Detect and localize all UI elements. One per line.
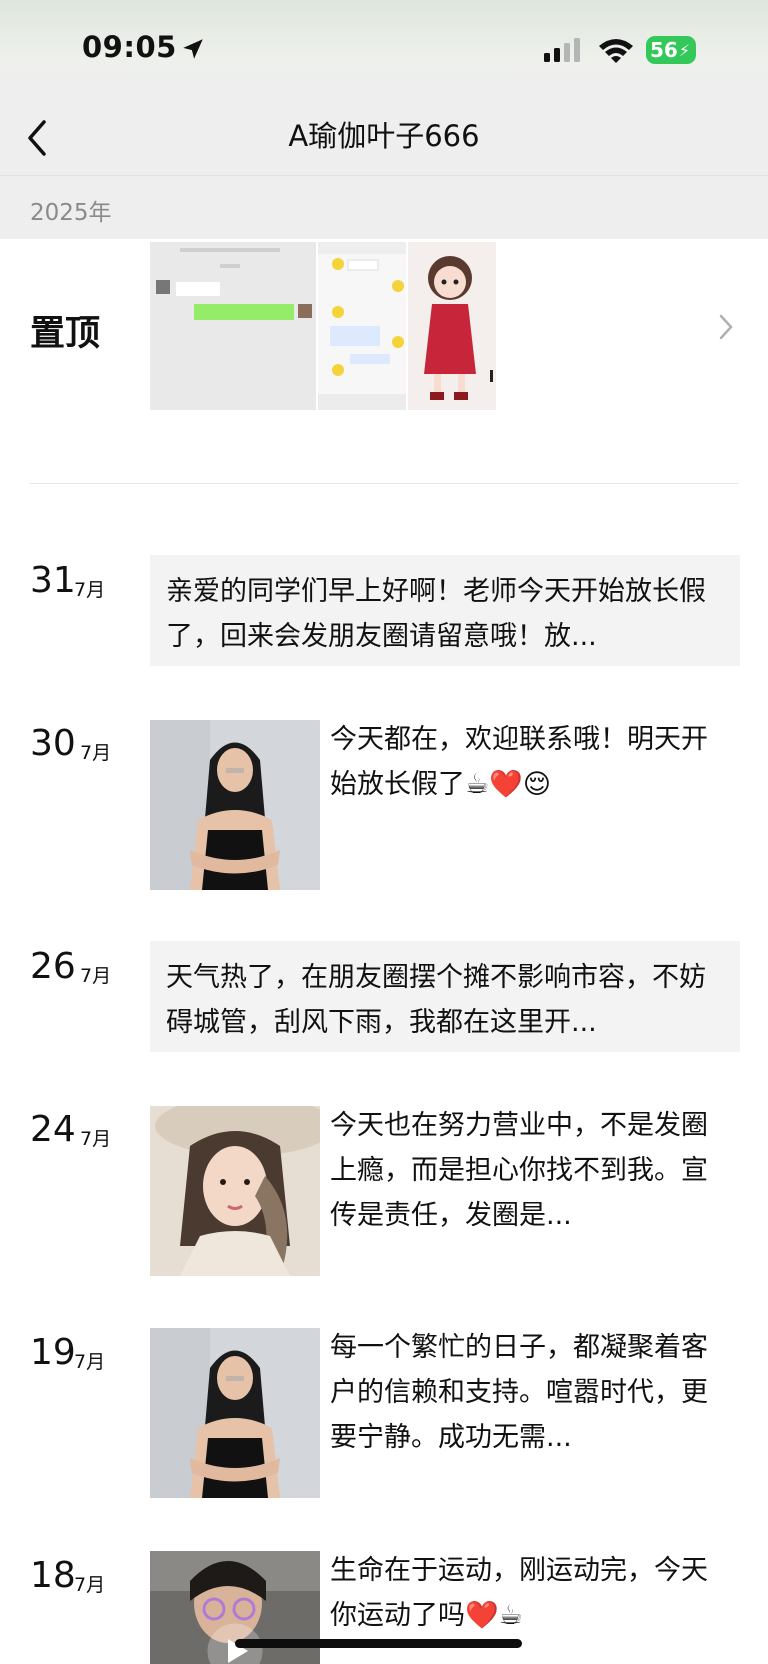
post-month: 7月 bbox=[80, 1128, 112, 1150]
post-photo-woman-black-dress[interactable] bbox=[150, 1328, 320, 1498]
post-day: 24 bbox=[30, 1109, 76, 1150]
post-day: 30 bbox=[30, 723, 76, 764]
post-day: 31 bbox=[30, 560, 76, 601]
post-month: 7月 bbox=[80, 742, 112, 764]
battery-indicator: 56 ⚡ bbox=[646, 36, 696, 64]
pinned-label: 置顶 bbox=[30, 314, 101, 354]
battery-level: 56 bbox=[650, 38, 678, 62]
home-indicator[interactable] bbox=[235, 1639, 522, 1648]
cellular-signal-icon bbox=[544, 38, 580, 62]
post-photo-woman-black-dress[interactable] bbox=[150, 720, 320, 890]
post-month: 7月 bbox=[74, 1574, 106, 1596]
post-month: 7月 bbox=[74, 1351, 106, 1373]
pinned-thumbnails[interactable] bbox=[150, 242, 496, 410]
page-title: A瑜伽叶子666 bbox=[288, 119, 480, 153]
post-month: 7月 bbox=[80, 965, 112, 987]
charging-bolt-icon: ⚡ bbox=[678, 40, 691, 60]
post-day: 19 bbox=[30, 1332, 76, 1373]
section-divider bbox=[30, 483, 738, 484]
post-text-card[interactable]: 亲爱的同学们早上好啊！老师今天开始放长假了，回来会发朋友圈请留意哦！放... bbox=[150, 555, 740, 666]
year-label: 2025年 bbox=[30, 200, 112, 226]
post-month: 7月 bbox=[74, 579, 106, 601]
post-text[interactable]: 今天都在，欢迎联系哦！明天开始放长假了☕❤️😌 bbox=[330, 717, 730, 807]
post-photo-portrait-hat[interactable] bbox=[150, 1106, 320, 1276]
status-time: 09:05 bbox=[82, 30, 177, 64]
post-text[interactable]: 今天也在努力营业中，不是发圈上瘾，而是担心你找不到我。宣传是责任，发圈是... bbox=[330, 1103, 730, 1238]
post-text[interactable]: 每一个繁忙的日子，都凝聚着客户的信赖和支持。喧嚣时代，更要宁静。成功无需... bbox=[330, 1325, 730, 1460]
post-day: 26 bbox=[30, 946, 76, 987]
post-day: 18 bbox=[30, 1555, 76, 1596]
location-arrow-icon bbox=[183, 39, 203, 59]
wifi-icon bbox=[599, 39, 633, 63]
chevron-right-icon[interactable] bbox=[716, 312, 736, 342]
post-text-card[interactable]: 天气热了，在朋友圈摆个摊不影响市容，不妨碍城管，刮风下雨，我都在这里开... bbox=[150, 941, 740, 1052]
year-section-header bbox=[0, 176, 768, 239]
